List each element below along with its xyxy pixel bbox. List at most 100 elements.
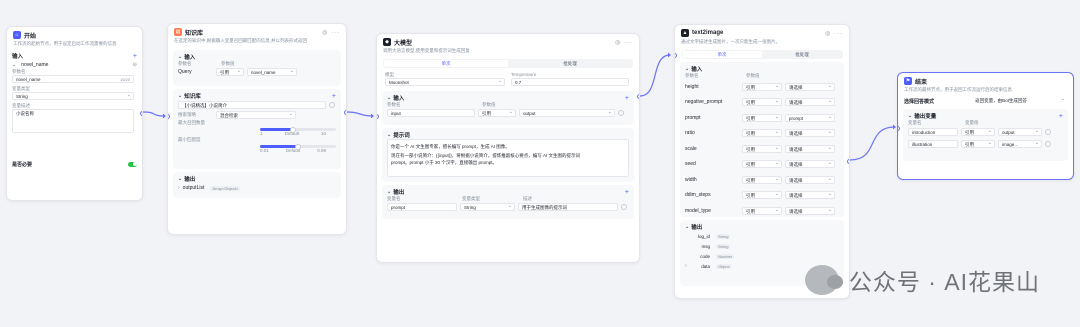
- query-value-select[interactable]: novel_name: [247, 68, 297, 76]
- temperature-input[interactable]: 0.7: [511, 78, 629, 86]
- llm-input-value[interactable]: output: [519, 109, 615, 117]
- t2i-param-ref[interactable]: 引用: [742, 191, 782, 200]
- t2i-param-value[interactable]: 请选择: [785, 206, 835, 215]
- end-var-value[interactable]: output: [998, 128, 1042, 136]
- t2i-param-ref[interactable]: 引用: [742, 144, 782, 153]
- param-name-input[interactable]: novel_name 10/20: [12, 75, 134, 83]
- kb-remove-icon[interactable]: [329, 102, 335, 108]
- kb-input-port[interactable]: [168, 114, 170, 119]
- strategy-select[interactable]: 混合检索: [216, 111, 296, 119]
- t2i-input-port[interactable]: [675, 53, 677, 58]
- t2i-param-ref[interactable]: 引用: [742, 82, 782, 91]
- add-output-icon[interactable]: +: [625, 189, 629, 196]
- t2i-param-ref[interactable]: 引用: [742, 113, 782, 122]
- watermark: 公众号 · AI花果山: [804, 263, 1040, 297]
- end-var-ref[interactable]: 引用: [961, 128, 995, 136]
- t2i-param-name: width: [685, 176, 697, 183]
- more-icon[interactable]: ◎ ···: [825, 30, 843, 37]
- more-icon[interactable]: ◎ ···: [615, 39, 633, 46]
- t2i-param-value[interactable]: 请选择: [785, 98, 835, 107]
- llm-output-name[interactable]: prompt: [387, 203, 457, 211]
- end-node[interactable]: ⚑ 结束 工作流的最终节点，用于返回工作流运行后的结果信息 选择回答模式 返回变…: [897, 72, 1074, 180]
- t2i-param-name: model_type: [685, 207, 711, 214]
- tab-batch[interactable]: 批处理: [508, 60, 632, 67]
- start-var-name: novel_name: [21, 61, 49, 68]
- workflow-canvas[interactable]: ⌂ 开始 工作流的起始节点，用于设定启动工作流需要的信息 输入 + ⌄ nove…: [0, 0, 1080, 327]
- tab-batch[interactable]: 批处理: [762, 51, 842, 58]
- max-recall-slider[interactable]: [260, 126, 336, 133]
- query-name: Query: [178, 69, 192, 75]
- add-output-icon[interactable]: +: [1059, 113, 1063, 120]
- end-var-ref[interactable]: 引用: [961, 140, 995, 148]
- t2i-param-ref[interactable]: 引用: [742, 129, 782, 138]
- t2i-param-value[interactable]: prompt: [785, 113, 835, 122]
- t2i-output-port[interactable]: [847, 159, 849, 164]
- t2i-param-value[interactable]: 请选择: [785, 160, 835, 169]
- llm-input-ref[interactable]: 引用: [478, 109, 516, 117]
- t2i-output-name: log_id: [697, 233, 710, 239]
- start-node[interactable]: ⌂ 开始 工作流的起始节点，用于设定启动工作流需要的信息 输入 + ⌄ nove…: [6, 26, 143, 201]
- remove-var-icon[interactable]: [1045, 129, 1051, 135]
- t2i-output-type: Number: [716, 253, 735, 259]
- t2i-param-ref[interactable]: 引用: [742, 206, 782, 215]
- llm-input-port[interactable]: [377, 114, 379, 119]
- text2image-node[interactable]: ▲ text2image ◎ ··· 通过文字描述生成图片，一次只能生成一张图片…: [674, 24, 850, 299]
- kb-item[interactable]: 【小说精选】小说简介: [178, 101, 326, 109]
- kb-output-port[interactable]: [344, 110, 346, 115]
- tab-single[interactable]: 单次: [682, 51, 762, 58]
- t2i-param-value[interactable]: 请选择: [785, 175, 835, 184]
- t2i-param-value[interactable]: 请选择: [785, 144, 835, 153]
- t2i-param-value[interactable]: 请选择: [785, 191, 835, 200]
- min-match-slider[interactable]: [260, 143, 336, 150]
- prompt-editor[interactable]: 你是一个 AI 文生图专家，擅长编写 prompt，生成 AI 图像。 现在有一…: [387, 139, 629, 177]
- knowledge-icon: ▤: [174, 28, 182, 36]
- remove-input-icon[interactable]: [618, 110, 624, 116]
- end-var-row: introduction引用output: [908, 126, 1063, 138]
- end-var-name[interactable]: introduction: [908, 128, 958, 136]
- remove-output-icon[interactable]: [621, 204, 627, 210]
- t2i-param-ref[interactable]: 引用: [742, 98, 782, 107]
- t2i-param-value[interactable]: 请选择: [785, 129, 835, 138]
- t2i-param-row: width 引用请选择: [685, 172, 839, 188]
- kb-label: 知识库: [184, 94, 201, 100]
- t2i-param-name: prompt: [685, 114, 701, 121]
- t2i-param-row: ddim_steps 引用请选择: [685, 188, 839, 204]
- more-icon[interactable]: ◎ ···: [322, 29, 340, 36]
- t2i-input-label: 输入: [691, 67, 703, 73]
- end-input-port[interactable]: [898, 126, 900, 131]
- min-match-label: 最小匹配度: [178, 137, 201, 142]
- t2i-param-ref[interactable]: 引用: [742, 160, 782, 169]
- prompt-label: 提示词: [393, 133, 410, 139]
- t2i-param-ref[interactable]: 引用: [742, 175, 782, 184]
- add-input-icon[interactable]: +: [133, 53, 137, 60]
- t2i-param-name: ratio: [685, 130, 695, 137]
- start-icon: ⌂: [13, 31, 21, 39]
- knowledge-node[interactable]: ▤ 知识库 ◎ ··· 在选定的知识中,根据输入变量召回最匹配的信息,并以列表形…: [167, 23, 347, 235]
- tab-single[interactable]: 单次: [384, 60, 508, 67]
- llm-output-desc[interactable]: 用于生成图像的提示词: [518, 203, 618, 211]
- query-ref-select[interactable]: 引用: [216, 68, 244, 76]
- model-select[interactable]: Moonshot: [385, 78, 505, 86]
- delete-icon[interactable]: ⊖: [133, 62, 137, 68]
- llm-mode-tabs: 单次 批处理: [383, 59, 633, 68]
- var-type-select[interactable]: String: [12, 92, 134, 100]
- add-kb-icon[interactable]: +: [332, 93, 336, 100]
- t2i-param-name: height: [685, 83, 699, 90]
- collapse-caret-icon[interactable]: ⌄: [12, 62, 16, 68]
- t2i-param-name: ddim_steps: [685, 192, 711, 199]
- llm-output-port[interactable]: [637, 94, 639, 99]
- t2i-param-row: ratio 引用请选择: [685, 126, 839, 142]
- remove-var-icon[interactable]: [1045, 141, 1051, 147]
- var-desc-textarea[interactable]: 小说名称: [12, 109, 134, 133]
- llm-node[interactable]: ◆ 大模型 ◎ ··· 调用大语言模型,使用变量和提示词生成回复 单次 批处理 …: [376, 33, 640, 263]
- t2i-param-row: negative_prompt 引用请选择: [685, 95, 839, 111]
- end-var-name[interactable]: illustration: [908, 140, 958, 148]
- end-var-value[interactable]: image...: [998, 140, 1042, 148]
- llm-output-type[interactable]: String: [460, 203, 515, 211]
- add-input-icon[interactable]: +: [625, 95, 629, 102]
- t2i-param-value[interactable]: 请选择: [785, 82, 835, 91]
- answer-mode-select[interactable]: 返回变量，由Bot生成回答: [972, 97, 1067, 105]
- llm-input-name[interactable]: input: [387, 109, 475, 117]
- required-toggle[interactable]: [128, 161, 137, 167]
- start-output-port[interactable]: [140, 111, 142, 116]
